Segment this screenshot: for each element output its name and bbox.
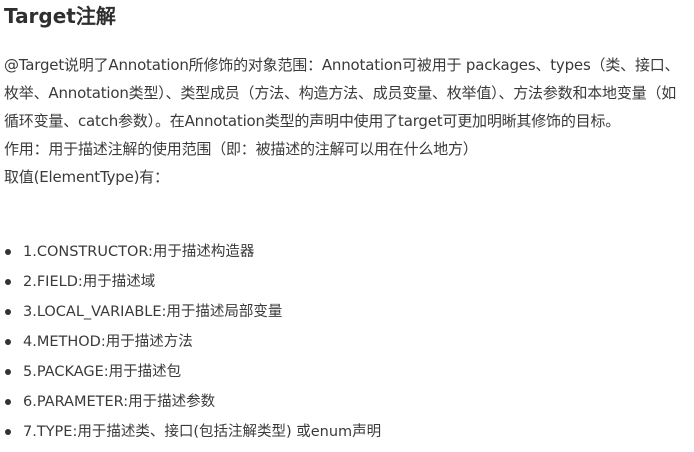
list-item: 4.METHOD:用于描述方法	[0, 327, 694, 357]
document-page: Target注解 @Target说明了Annotation所修饰的对象范围：An…	[0, 0, 694, 452]
bullet-icon	[5, 249, 11, 255]
purpose-paragraph: 作用：用于描述注解的使用范围（即：被描述的注解可以用在什么地方）	[4, 140, 478, 158]
list-item: 6.PARAMETER:用于描述参数	[0, 387, 694, 417]
list-item: 7.TYPE:用于描述类、接口(包括注解类型) 或enum声明	[0, 417, 694, 447]
bullet-icon	[5, 399, 11, 405]
element-type-list: 1.CONSTRUCTOR:用于描述构造器 2.FIELD:用于描述域 3.LO…	[0, 237, 694, 447]
list-item: 2.FIELD:用于描述域	[0, 267, 694, 297]
bullet-icon	[5, 309, 11, 315]
list-item: 5.PACKAGE:用于描述包	[0, 357, 694, 387]
bullet-icon	[5, 429, 11, 435]
bullet-icon	[5, 339, 11, 345]
list-item-text: 1.CONSTRUCTOR:用于描述构造器	[23, 244, 255, 260]
list-item-text: 3.LOCAL_VARIABLE:用于描述局部变量	[23, 304, 283, 320]
page-title: Target注解	[4, 4, 116, 28]
list-item-text: 2.FIELD:用于描述域	[23, 274, 156, 290]
list-item-text: 5.PACKAGE:用于描述包	[23, 364, 182, 380]
list-item: 3.LOCAL_VARIABLE:用于描述局部变量	[0, 297, 694, 327]
list-item-text: 4.METHOD:用于描述方法	[23, 334, 193, 350]
bullet-icon	[5, 369, 11, 375]
description-block: @Target说明了Annotation所修饰的对象范围：Annotation可…	[4, 51, 690, 191]
list-item-text: 6.PARAMETER:用于描述参数	[23, 394, 216, 410]
values-intro-paragraph: 取值(ElementType)有：	[4, 168, 169, 186]
bullet-icon	[5, 279, 11, 285]
list-item: 1.CONSTRUCTOR:用于描述构造器	[0, 237, 694, 267]
description-paragraph: @Target说明了Annotation所修饰的对象范围：Annotation可…	[4, 56, 680, 130]
list-item-text: 7.TYPE:用于描述类、接口(包括注解类型) 或enum声明	[23, 424, 382, 440]
